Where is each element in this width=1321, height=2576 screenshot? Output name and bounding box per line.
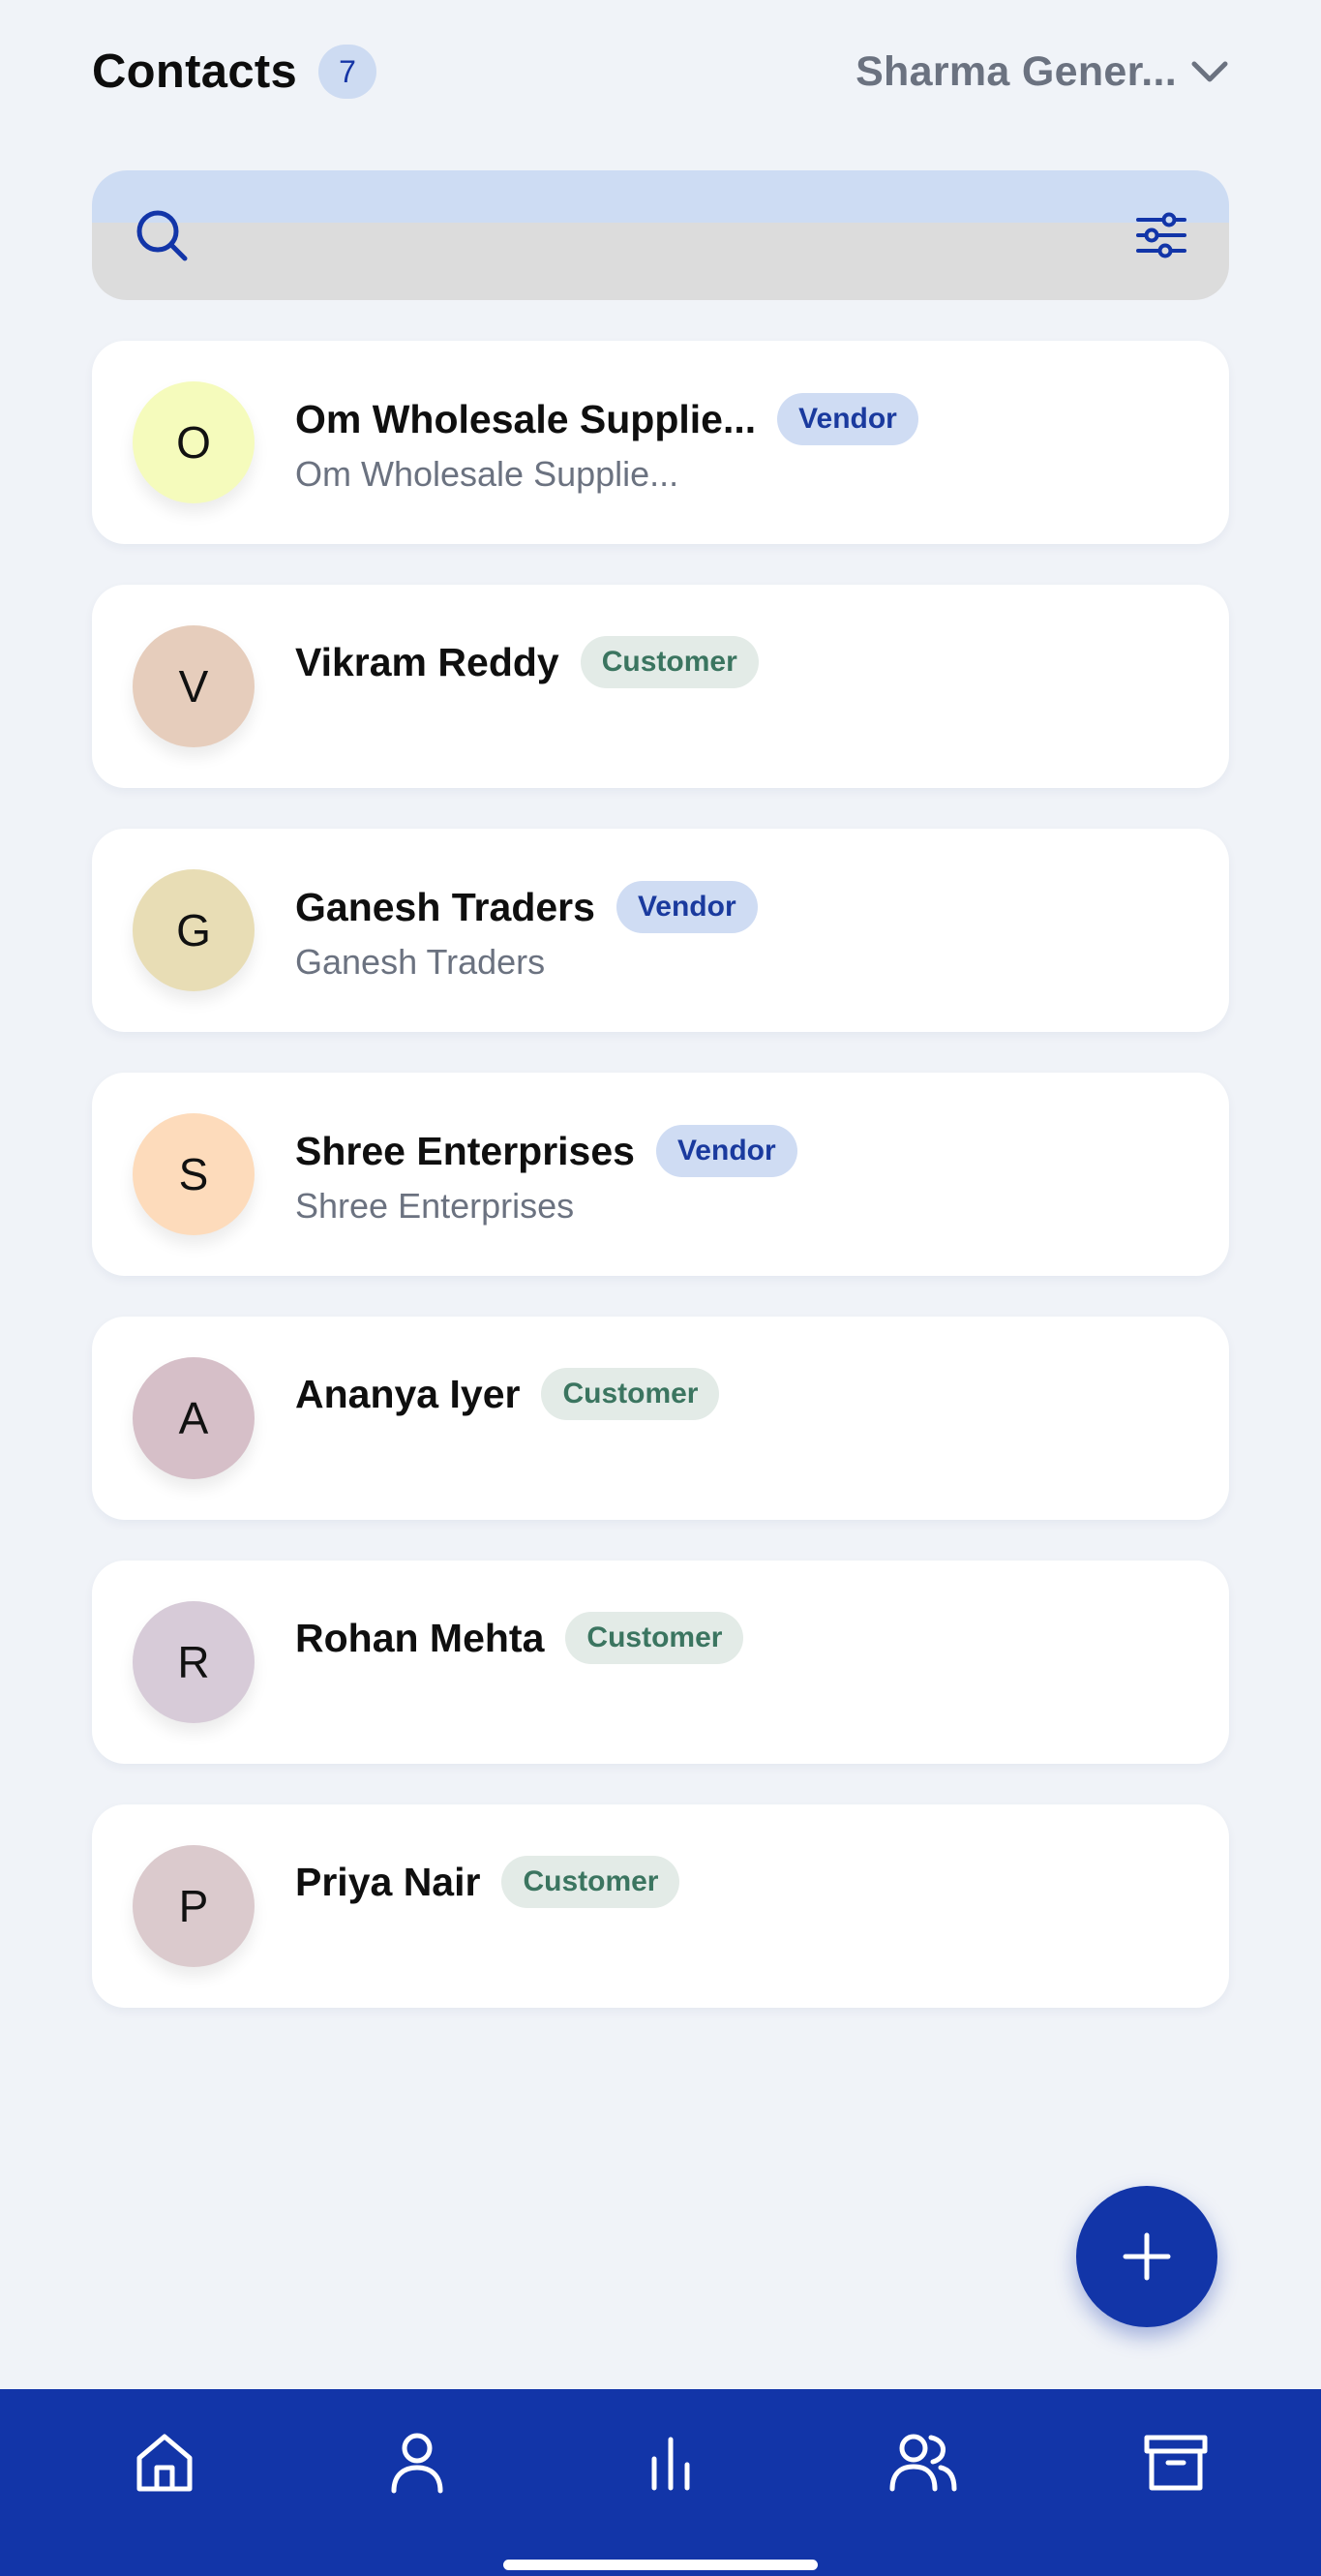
bottom-navigation	[0, 2389, 1321, 2576]
header: Contacts 7 Sharma Gener...	[92, 37, 1229, 106]
contact-card[interactable]: G Ganesh Traders Vendor Ganesh Traders	[92, 829, 1229, 1032]
contact-info: Shree Enterprises Vendor Shree Enterpris…	[295, 1122, 797, 1227]
search-input[interactable]	[198, 209, 1123, 261]
contact-type-badge: Customer	[565, 1612, 744, 1664]
contact-info: Ganesh Traders Vendor Ganesh Traders	[295, 878, 758, 983]
contact-subtitle: Shree Enterprises	[295, 1186, 575, 1226]
contact-subtitle: Ganesh Traders	[295, 942, 546, 982]
title-group: Contacts 7	[92, 45, 377, 99]
contact-type-badge: Customer	[501, 1856, 680, 1908]
contact-type-badge: Vendor	[615, 881, 758, 933]
avatar: P	[133, 1845, 255, 1967]
profile-icon	[388, 2431, 446, 2495]
contact-type-badge: Vendor	[777, 393, 918, 445]
contact-name: Priya Nair	[295, 1859, 481, 1904]
contact-type-badge: Customer	[580, 636, 759, 688]
search-bar	[92, 170, 1229, 300]
search-icon	[135, 208, 189, 262]
home-indicator	[503, 2560, 818, 2570]
chevron-down-icon	[1190, 58, 1229, 85]
avatar: V	[133, 625, 255, 747]
contacts-screen: Contacts 7 Sharma Gener... O Om Wholesal…	[0, 0, 1321, 2576]
nav-home[interactable]	[126, 2424, 203, 2501]
contact-card[interactable]: O Om Wholesale Supplie... Vendor Om Whol…	[92, 341, 1229, 544]
contact-card[interactable]: P Priya Nair Customer	[92, 1804, 1229, 2008]
contact-info: Priya Nair Customer	[295, 1853, 680, 1911]
contact-count-badge: 7	[318, 45, 377, 99]
contact-card[interactable]: R Rohan Mehta Customer	[92, 1561, 1229, 1764]
archive-icon	[1143, 2434, 1209, 2492]
contact-name: Shree Enterprises	[295, 1128, 635, 1173]
avatar: R	[133, 1601, 255, 1723]
nav-contacts[interactable]	[885, 2424, 962, 2501]
contact-type-badge: Vendor	[655, 1125, 797, 1177]
contact-info: Ananya Iyer Customer	[295, 1365, 720, 1423]
page-title: Contacts	[92, 45, 298, 98]
nav-archive[interactable]	[1137, 2424, 1215, 2501]
contact-card[interactable]: S Shree Enterprises Vendor Shree Enterpr…	[92, 1073, 1229, 1276]
avatar: G	[133, 869, 255, 991]
contact-info: Rohan Mehta Customer	[295, 1609, 744, 1667]
contact-name: Om Wholesale Supplie...	[295, 396, 757, 441]
contact-list: O Om Wholesale Supplie... Vendor Om Whol…	[92, 341, 1229, 2048]
add-contact-button[interactable]	[1076, 2186, 1217, 2327]
business-switcher[interactable]: Sharma Gener...	[856, 48, 1229, 96]
contact-info: Vikram Reddy Customer	[295, 633, 759, 691]
contact-card[interactable]: V Vikram Reddy Customer	[92, 585, 1229, 788]
home-icon	[134, 2431, 195, 2495]
contact-name: Vikram Reddy	[295, 639, 559, 684]
bar-chart-icon	[646, 2434, 695, 2492]
contact-name: Ganesh Traders	[295, 884, 595, 929]
contact-name: Rohan Mehta	[295, 1615, 545, 1660]
business-name: Sharma Gener...	[856, 47, 1177, 95]
nav-reports[interactable]	[632, 2424, 709, 2501]
contact-name: Ananya Iyer	[295, 1371, 521, 1416]
contact-type-badge: Customer	[541, 1368, 720, 1420]
contact-card[interactable]: A Ananya Iyer Customer	[92, 1317, 1229, 1520]
users-icon	[888, 2433, 958, 2493]
contact-info: Om Wholesale Supplie... Vendor Om Wholes…	[295, 390, 918, 495]
filter-icon[interactable]	[1136, 212, 1186, 258]
nav-profile[interactable]	[378, 2424, 456, 2501]
avatar: A	[133, 1357, 255, 1479]
plus-icon	[1122, 2231, 1172, 2282]
contact-subtitle: Om Wholesale Supplie...	[295, 454, 679, 494]
avatar: O	[133, 381, 255, 503]
avatar: S	[133, 1113, 255, 1235]
